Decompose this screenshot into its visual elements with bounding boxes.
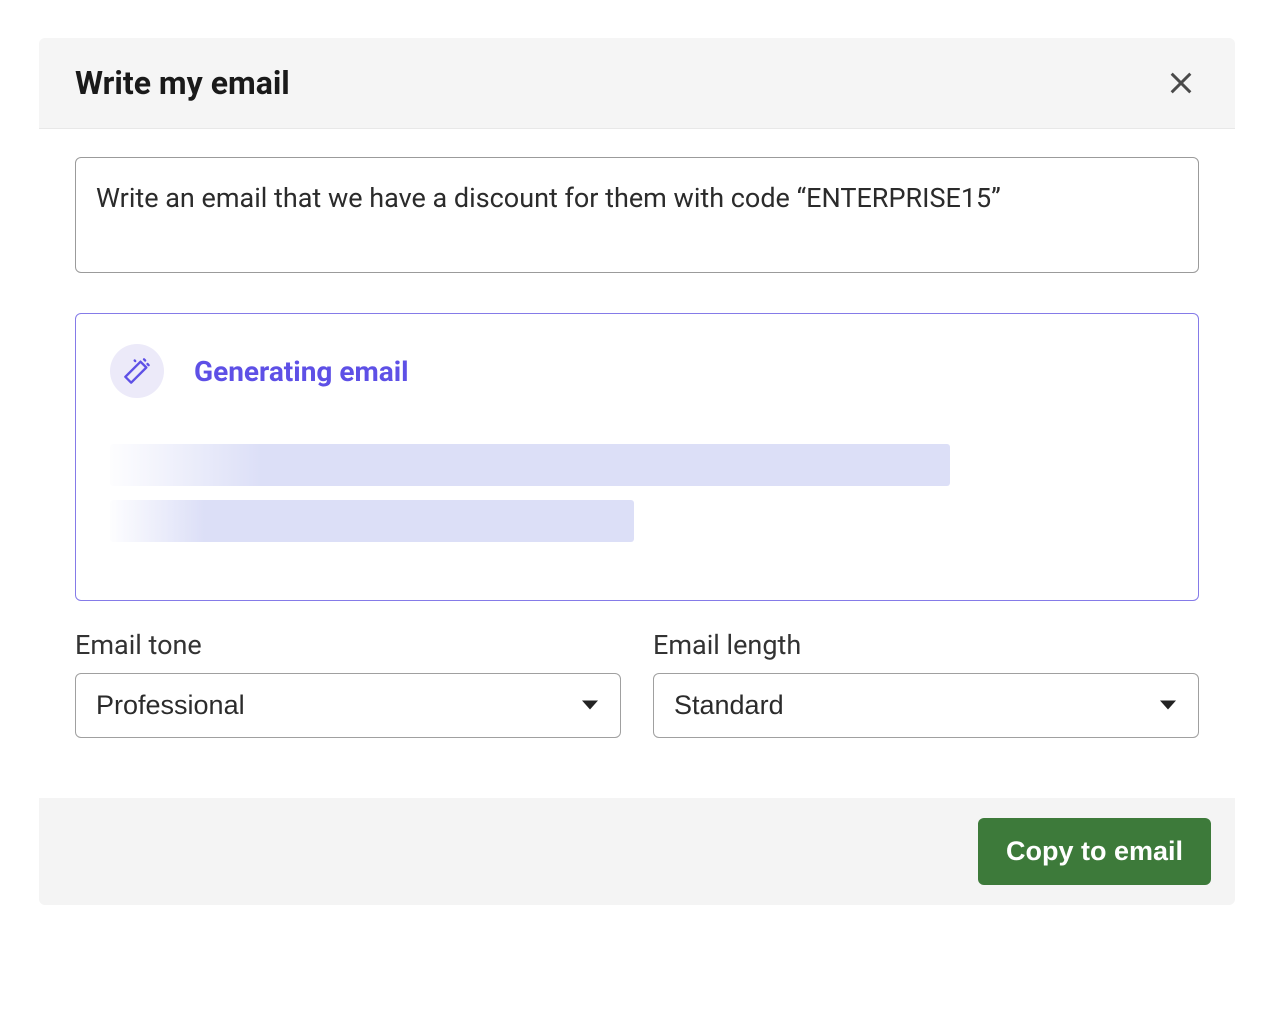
- email-tone-label: Email tone: [75, 629, 621, 661]
- close-icon: [1167, 69, 1195, 97]
- modal-header: Write my email: [39, 38, 1235, 129]
- skeleton-line: [110, 444, 950, 486]
- modal-body: Write an email that we have a discount f…: [39, 129, 1235, 798]
- controls-row: Email tone Professional Email length Sta…: [75, 629, 1199, 738]
- magic-wand-icon: [110, 344, 164, 398]
- email-tone-value: Professional: [96, 690, 245, 720]
- email-length-label: Email length: [653, 629, 1199, 661]
- email-tone-select[interactable]: Professional: [75, 673, 621, 738]
- generation-panel: Generating email: [75, 313, 1199, 601]
- skeleton-line: [110, 500, 634, 542]
- write-email-modal: Write my email Write an email that we ha…: [39, 38, 1235, 905]
- close-button[interactable]: [1163, 65, 1199, 101]
- email-length-group: Email length Standard: [653, 629, 1199, 738]
- modal-title: Write my email: [75, 64, 290, 102]
- email-length-select[interactable]: Standard: [653, 673, 1199, 738]
- copy-to-email-button[interactable]: Copy to email: [978, 818, 1211, 885]
- email-length-value: Standard: [674, 690, 784, 720]
- generation-header: Generating email: [110, 344, 1164, 398]
- email-tone-group: Email tone Professional: [75, 629, 621, 738]
- generation-status-label: Generating email: [194, 355, 409, 388]
- modal-footer: Copy to email: [39, 798, 1235, 905]
- prompt-input[interactable]: Write an email that we have a discount f…: [75, 157, 1199, 273]
